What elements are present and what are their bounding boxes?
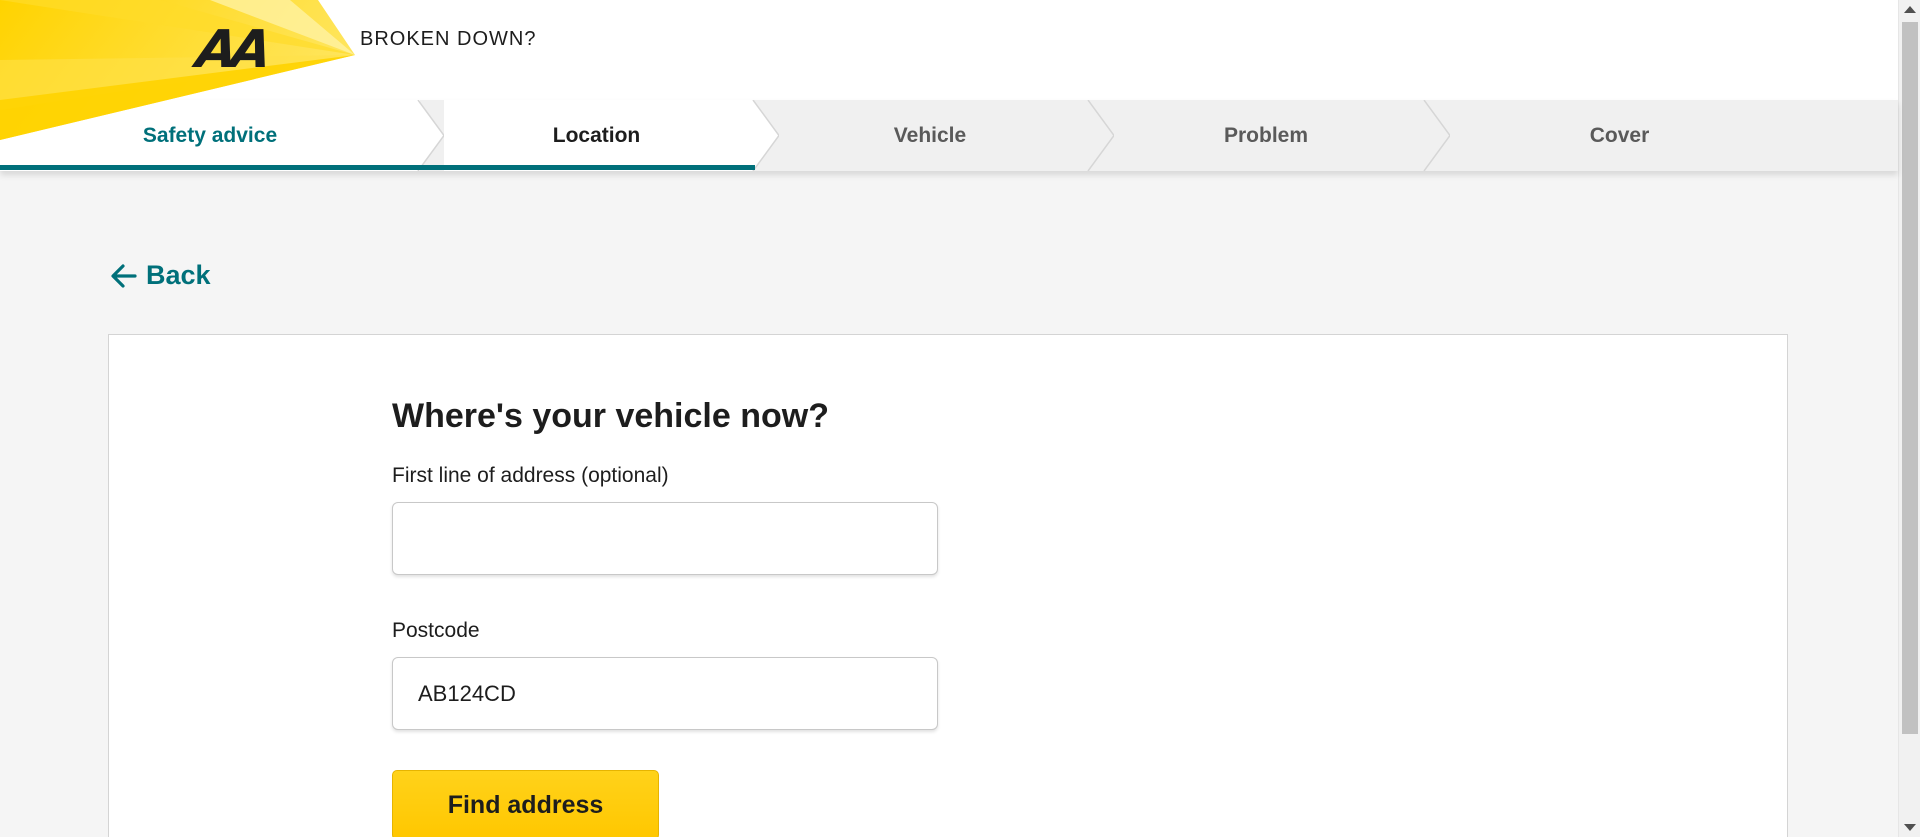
address-label: First line of address (optional) — [392, 464, 669, 487]
step-separator-icon — [1423, 100, 1450, 171]
header-tagline: BROKEN DOWN? — [360, 28, 537, 50]
arrow-left-icon — [111, 263, 137, 288]
logo-sunburst-graphic — [0, 0, 355, 140]
aa-logo[interactable]: AA — [0, 0, 360, 170]
step-vehicle[interactable]: Vehicle — [780, 100, 1080, 171]
step-label: Location — [552, 123, 641, 147]
scroll-up-icon[interactable] — [1904, 6, 1916, 13]
scrollbar-thumb[interactable] — [1902, 22, 1918, 734]
find-address-button[interactable]: Find address — [392, 770, 659, 837]
address-input[interactable] — [392, 502, 938, 575]
postcode-field-group: Postcode — [392, 619, 952, 730]
page-title: Where's your vehicle now? — [392, 397, 829, 435]
step-problem[interactable]: Problem — [1116, 100, 1416, 171]
vertical-scrollbar[interactable] — [1898, 0, 1920, 837]
logo-wordmark: AA — [192, 20, 270, 80]
postcode-input[interactable] — [392, 657, 938, 730]
location-form-card: Where's your vehicle now? First line of … — [108, 334, 1788, 837]
back-link[interactable]: Back — [110, 260, 211, 291]
page: AA BROKEN DOWN? Safety advice Location V… — [0, 0, 1920, 837]
step-separator-icon — [414, 100, 444, 171]
site-header: AA BROKEN DOWN? — [0, 0, 1898, 140]
step-label: Vehicle — [893, 123, 967, 147]
step-label: Problem — [1223, 123, 1309, 147]
step-separator-icon — [749, 100, 779, 171]
step-cover[interactable]: Cover — [1452, 100, 1787, 171]
scroll-down-icon[interactable] — [1904, 824, 1916, 831]
address-field-group: First line of address (optional) — [392, 464, 952, 575]
postcode-label: Postcode — [392, 619, 480, 642]
step-separator-icon — [1087, 100, 1114, 171]
step-location[interactable]: Location — [444, 100, 749, 171]
step-label: Cover — [1589, 123, 1650, 147]
location-form: Where's your vehicle now? First line of … — [392, 397, 952, 837]
back-label: Back — [146, 260, 211, 290]
